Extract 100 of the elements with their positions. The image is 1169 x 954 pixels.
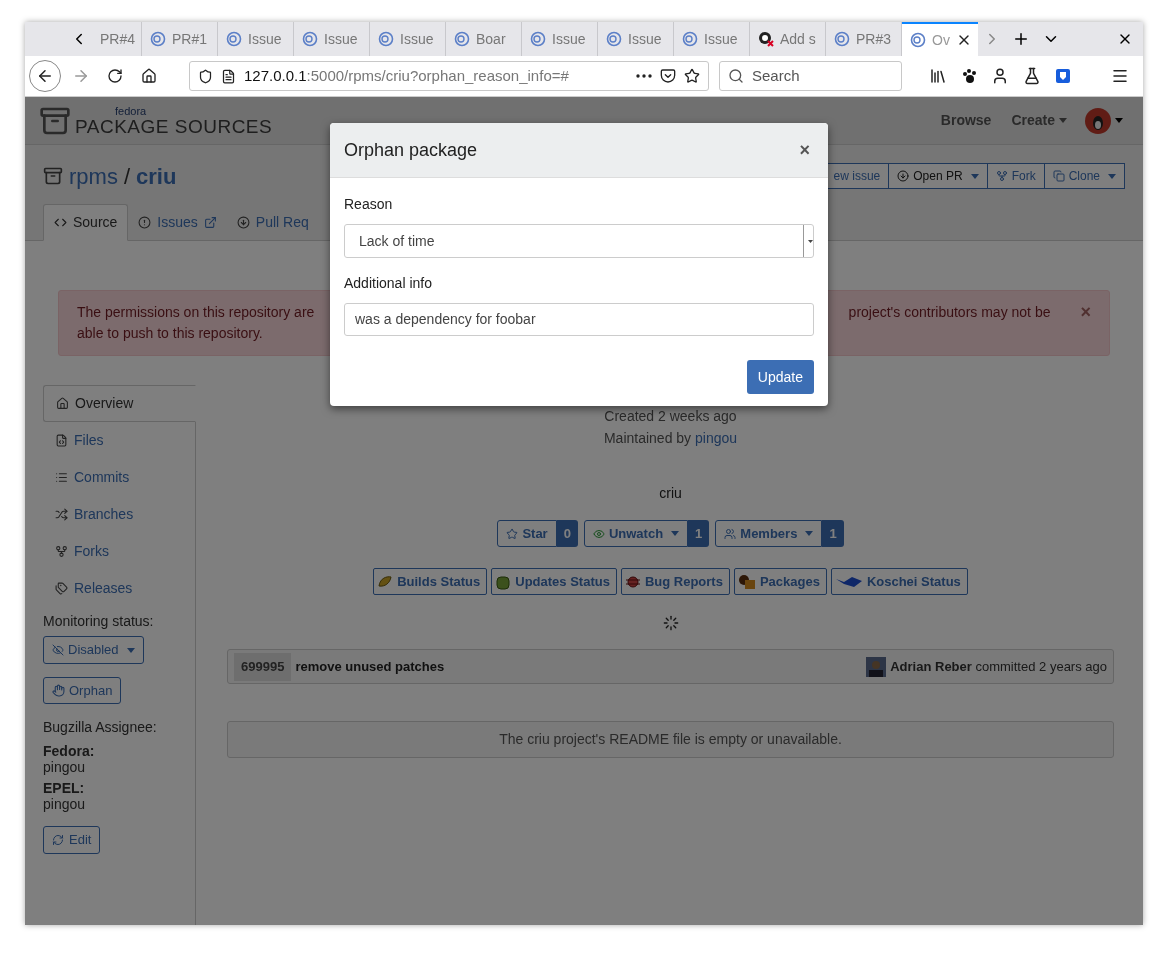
close-dialog-button[interactable]: × [795,136,814,164]
page-icon [221,68,236,84]
info-label: Additional info [344,274,433,293]
browser-tab[interactable]: Issue [218,22,294,56]
error-icon [758,31,774,47]
counter-count: 0 [556,520,578,547]
shield-icon[interactable] [1055,68,1071,84]
alert-text: project's contributors may not be [848,303,1051,322]
dialog-title: Orphan package [344,138,478,162]
file-icon [55,434,68,447]
counter-button[interactable]: Members [715,520,823,547]
browser-tab[interactable]: Issue [598,22,674,56]
swirl-icon [302,31,318,47]
tab-title: Issue [628,29,662,49]
namespace-link[interactable]: rpms [69,159,118,193]
home-icon [56,397,69,410]
search-field[interactable]: Search [719,61,902,91]
tab-title: PR#3 [856,29,892,49]
alert-text: The permissions on this repository are [77,303,315,322]
eye-icon [592,527,605,540]
dropdown-caret-icon [808,238,813,244]
tab-title: Issue [704,29,738,49]
logo-text: PACKAGE SOURCES [75,116,273,136]
star-icon [506,527,519,540]
sidebar-item[interactable]: Commits [43,459,195,496]
loading-spinner-icon [662,615,679,631]
repo-action-button[interactable]: Fork [986,163,1045,189]
reason-select[interactable]: Lack of time [344,224,814,258]
header-nav-link[interactable]: Browse [930,110,1002,131]
path-separator: / [123,162,130,191]
paw-icon[interactable] [961,68,977,84]
status-badge-button[interactable]: Updates Status [491,568,617,595]
info-input[interactable]: was a dependency for foobar [344,303,814,336]
repo-action-button[interactable]: Clone [1043,163,1125,189]
repo-name-link[interactable]: criu [136,159,177,193]
reload-icon [107,68,123,84]
archive-icon [43,166,63,186]
status-badge-button[interactable]: Koschei Status [830,568,968,595]
sidebar-item[interactable]: Branches [43,496,195,533]
url-field[interactable]: 127.0.0.1:5000/rpms/criu?orphan_reason_info=# [189,61,709,91]
code-icon [54,216,67,229]
swirl-icon [150,31,166,47]
counter-button[interactable]: Unwatch [583,520,689,547]
assignee-branch: EPEL: [43,780,86,796]
browser-tab[interactable]: Issue [674,22,750,56]
sidebar-item[interactable]: Overview [43,385,196,422]
fork-icon [995,170,1008,182]
swirl-icon [834,31,850,47]
repo-tab[interactable]: Issues [128,204,227,241]
menu-icon [1111,67,1129,85]
repo-tab[interactable]: Source [43,204,129,241]
orphan-button[interactable]: Orphan [43,677,122,704]
status-badge-button[interactable]: Packages [733,568,827,595]
browser-tab[interactable]: PR#1 [142,22,218,56]
sidebar-item[interactable]: Releases [43,570,195,607]
sidebar-item[interactable]: Files [43,422,195,459]
browser-tab[interactable]: Issue [294,22,370,56]
avatar-icon [866,656,887,677]
tab-title: Issue [400,29,434,49]
status-badge-button[interactable]: Bug Reports [620,568,730,595]
home-icon [141,68,157,84]
commit-hash[interactable]: 699995 [234,652,292,681]
avatar-icon[interactable] [1085,107,1111,134]
swirl-icon [910,32,926,48]
counter-count: 1 [822,520,844,547]
leaf-icon [377,573,394,590]
url-text: 127.0.0.1:5000/rpms/criu?orphan_reason_info=# [244,65,569,86]
star-icon [684,68,700,84]
status-badge-button[interactable]: Builds Status [373,568,488,595]
maintainer-link[interactable]: pingou [695,430,738,446]
counter-count: 1 [688,520,710,547]
more-icon[interactable] [636,74,652,78]
repo-action-button[interactable]: Open PR [888,163,988,189]
tab-title: Issue [248,29,282,49]
counter-button[interactable]: Star [497,520,557,547]
browser-tab[interactable]: Issue [522,22,598,56]
update-button[interactable]: Update [746,360,814,394]
assignee-branch: Fedora: [43,743,95,759]
sidebar-item[interactable]: Forks [43,533,195,570]
bug-icon [624,573,641,590]
browser-tab[interactable]: Add s [750,22,826,56]
logo-small-text: fedora [114,105,148,117]
repo-tab[interactable]: Pull Req [226,204,319,241]
bugzilla-label: Bugzilla Assignee: [43,718,157,737]
edit-button[interactable]: Edit [43,826,101,854]
alert-text: able to push to this repository. [77,324,263,343]
swirl-icon [378,31,394,47]
header-nav-link[interactable]: Create [1001,110,1077,131]
monitoring-label: Monitoring status: [43,612,154,631]
monitoring-dropdown[interactable]: Disabled [43,636,144,664]
browser-tab[interactable]: PR#4 [92,22,142,56]
commit-message: remove unused patches [295,657,445,676]
browser-tab[interactable]: Ov [902,22,978,56]
browser-tab[interactable]: Issue [370,22,446,56]
project-title: criu [659,484,682,503]
download-icon [897,170,910,182]
browser-tab[interactable]: Boar [446,22,522,56]
pocket-icon [660,68,676,84]
close-alert-button[interactable]: × [1080,302,1091,323]
shuffle-icon [55,508,68,521]
